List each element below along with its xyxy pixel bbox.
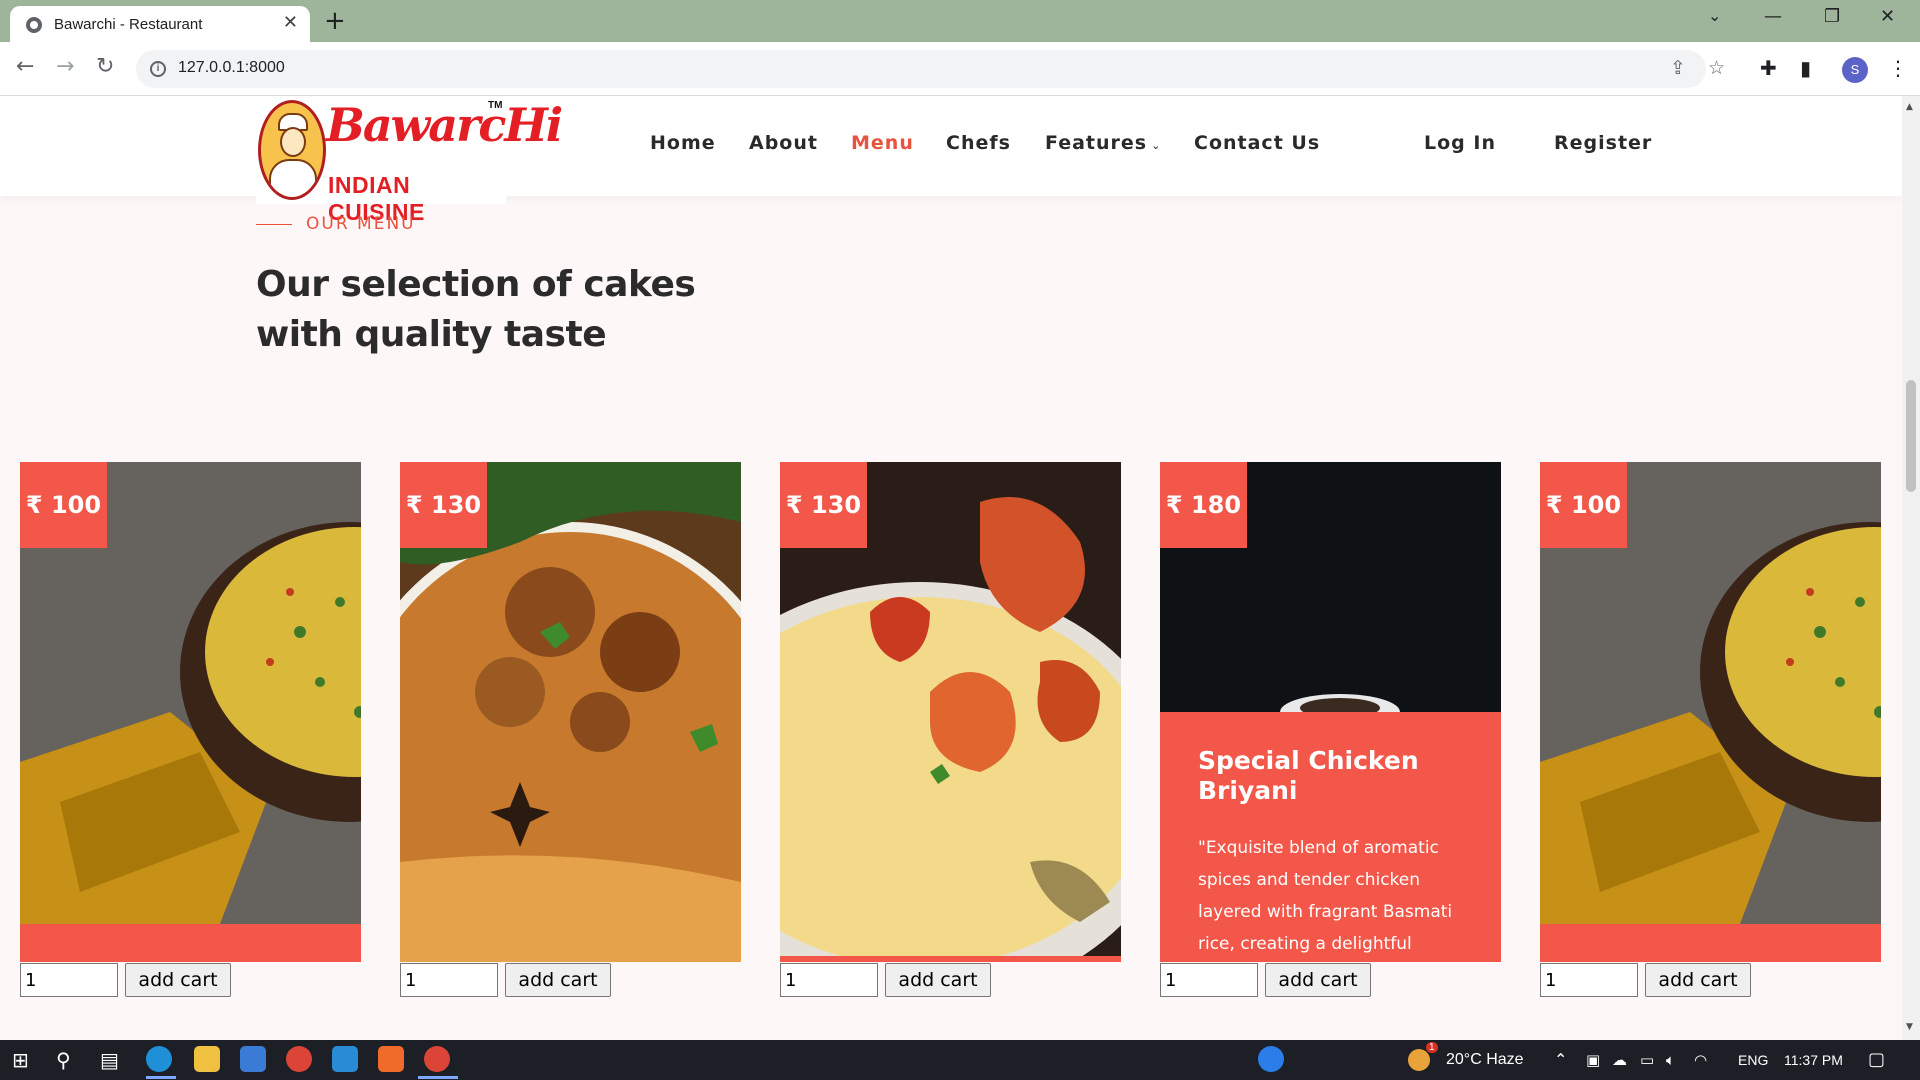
cloud-icon[interactable]: ☁ bbox=[1612, 1051, 1627, 1069]
bawarchi-logo[interactable]: BawarcHi TM INDIAN CUISINE bbox=[256, 96, 563, 225]
nav-chefs[interactable]: Chefs bbox=[946, 132, 1011, 154]
quantity-input[interactable] bbox=[780, 963, 878, 997]
nav-home[interactable]: Home bbox=[650, 132, 716, 154]
page-scrollbar[interactable]: ▲ ▼ bbox=[1902, 96, 1920, 1040]
task-view-icon[interactable]: ▤ bbox=[100, 1048, 119, 1072]
menu-card[interactable]: ₹ 100 bbox=[20, 462, 361, 962]
menu-card[interactable]: ₹ 130 bbox=[780, 462, 1121, 962]
site-header: BawarcHi TM INDIAN CUISINE Home About Me… bbox=[0, 96, 1902, 225]
minimize-icon[interactable]: — bbox=[1764, 6, 1782, 27]
windows-start-icon[interactable]: ⊞ bbox=[12, 1048, 29, 1072]
headline-line-2: with quality taste bbox=[256, 314, 607, 355]
reload-icon[interactable]: ↻ bbox=[96, 54, 114, 79]
share-icon[interactable]: ⇪ bbox=[1670, 57, 1686, 79]
battery-icon[interactable]: ▭ bbox=[1640, 1051, 1654, 1069]
nav-contact[interactable]: Contact Us bbox=[1194, 132, 1320, 154]
browser-title-bar: Bawarchi - Restaurant ✕ + ⌄ — ❐ ✕ bbox=[0, 0, 1920, 42]
price-badge: ₹ 180 bbox=[1160, 462, 1247, 548]
section-headline: Our selection of cakes with quality tast… bbox=[256, 260, 816, 360]
nav-about[interactable]: About bbox=[749, 132, 818, 154]
price-badge: ₹ 100 bbox=[1540, 462, 1627, 548]
sidepanel-icon[interactable]: ▮ bbox=[1800, 56, 1811, 80]
logo-trademark: TM bbox=[488, 100, 503, 111]
tab-title: Bawarchi - Restaurant bbox=[54, 16, 203, 33]
browser-toolbar: ← → ↻ i 127.0.0.1:8000 ⇪ ☆ ✚ ▮ S ⋮ bbox=[0, 42, 1920, 96]
chef-emblem-icon bbox=[258, 100, 326, 200]
section-subtitle: OUR MENU bbox=[306, 214, 416, 234]
nav-features-label: Features bbox=[1045, 132, 1148, 154]
card-info-panel: Special Chicken Briyani "Exquisite blend… bbox=[1160, 712, 1501, 962]
tab-search-icon[interactable]: ⌄ bbox=[1708, 6, 1721, 25]
menu-card-highlighted[interactable]: ₹ 180 Special Chicken Briyani "Exquisite… bbox=[1160, 462, 1501, 962]
vscode-icon[interactable] bbox=[332, 1046, 358, 1072]
menu-icon[interactable]: ⋮ bbox=[1888, 56, 1908, 80]
edge-active-indicator bbox=[146, 1076, 176, 1079]
price-badge: ₹ 130 bbox=[780, 462, 867, 548]
price-badge: ₹ 130 bbox=[400, 462, 487, 548]
price-badge: ₹ 100 bbox=[20, 462, 107, 548]
chrome-active-indicator bbox=[418, 1076, 458, 1079]
add-cart-button[interactable]: add cart bbox=[125, 963, 231, 997]
add-cart-button[interactable]: add cart bbox=[885, 963, 991, 997]
forward-icon[interactable]: → bbox=[56, 54, 74, 79]
subtitle-divider bbox=[256, 224, 292, 225]
notifications-icon[interactable]: ▢ bbox=[1868, 1049, 1885, 1070]
info-icon[interactable]: i bbox=[150, 61, 166, 77]
weather-text[interactable]: 20°C Haze bbox=[1446, 1051, 1524, 1069]
profile-avatar[interactable]: S bbox=[1842, 57, 1868, 83]
browser-tab[interactable]: Bawarchi - Restaurant ✕ bbox=[10, 6, 310, 42]
wifi-icon[interactable]: ◠ bbox=[1694, 1051, 1707, 1069]
app-icon[interactable] bbox=[240, 1046, 266, 1072]
scroll-up-icon[interactable]: ▲ bbox=[1906, 102, 1913, 112]
nav-menu[interactable]: Menu bbox=[851, 132, 914, 154]
notification-badge: 1 bbox=[1426, 1042, 1438, 1053]
extensions-icon[interactable]: ✚ bbox=[1760, 56, 1777, 80]
star-icon[interactable]: ☆ bbox=[1708, 57, 1725, 79]
login-link[interactable]: Log In bbox=[1424, 132, 1496, 154]
xampp-icon[interactable] bbox=[378, 1046, 404, 1072]
chrome-icon[interactable] bbox=[286, 1046, 312, 1072]
dish-description: "Exquisite blend of aromatic spices and … bbox=[1198, 838, 1453, 954]
menu-card[interactable]: ₹ 130 bbox=[400, 462, 741, 962]
quantity-input[interactable] bbox=[20, 963, 118, 997]
restore-icon[interactable]: ❐ bbox=[1824, 6, 1840, 27]
nav-features[interactable]: Features ⌄ bbox=[1045, 132, 1161, 154]
add-cart-button[interactable]: add cart bbox=[1265, 963, 1371, 997]
close-window-icon[interactable]: ✕ bbox=[1880, 6, 1895, 27]
chevron-down-icon: ⌄ bbox=[1151, 139, 1162, 152]
page-viewport: BawarcHi TM INDIAN CUISINE Home About Me… bbox=[0, 96, 1902, 1040]
scroll-down-icon[interactable]: ▼ bbox=[1906, 1022, 1913, 1032]
meet-icon[interactable]: ▣ bbox=[1586, 1051, 1600, 1069]
help-icon[interactable] bbox=[1258, 1046, 1284, 1072]
dish-title: Special Chicken Briyani bbox=[1198, 746, 1419, 805]
file-explorer-icon[interactable] bbox=[194, 1046, 220, 1072]
address-bar[interactable]: i 127.0.0.1:8000 ⇪ ☆ bbox=[136, 50, 1725, 88]
weather-icon[interactable] bbox=[1408, 1049, 1430, 1071]
volume-icon[interactable]: 🔈︎ bbox=[1666, 1051, 1675, 1069]
windows-taskbar: ⊞ ⚲ ▤ 1 20°C Haze ⌃ ▣ ☁ ▭ 🔈︎ ◠ ENG 11:37… bbox=[0, 1040, 1920, 1080]
edge-icon[interactable] bbox=[146, 1046, 172, 1072]
headline-line-1: Our selection of cakes bbox=[256, 264, 696, 305]
menu-card[interactable]: ₹ 100 bbox=[1540, 462, 1881, 962]
logo-wordmark: BawarcHi bbox=[326, 98, 563, 152]
quantity-input[interactable] bbox=[1160, 963, 1258, 997]
quantity-input[interactable] bbox=[1540, 963, 1638, 997]
back-icon[interactable]: ← bbox=[16, 54, 34, 79]
new-tab-button[interactable]: + bbox=[324, 6, 346, 36]
globe-icon bbox=[26, 17, 42, 33]
url-text[interactable]: 127.0.0.1:8000 bbox=[178, 59, 285, 77]
search-icon[interactable]: ⚲ bbox=[56, 1048, 71, 1072]
add-cart-button[interactable]: add cart bbox=[1645, 963, 1751, 997]
quantity-input[interactable] bbox=[400, 963, 498, 997]
language-indicator[interactable]: ENG bbox=[1738, 1052, 1768, 1068]
chrome-active-icon[interactable] bbox=[424, 1046, 450, 1072]
chevron-up-icon[interactable]: ⌃ bbox=[1554, 1050, 1567, 1069]
clock[interactable]: 11:37 PM bbox=[1784, 1052, 1843, 1068]
add-cart-button[interactable]: add cart bbox=[505, 963, 611, 997]
close-tab-icon[interactable]: ✕ bbox=[283, 12, 298, 33]
register-link[interactable]: Register bbox=[1554, 132, 1652, 154]
scroll-thumb[interactable] bbox=[1906, 380, 1916, 492]
